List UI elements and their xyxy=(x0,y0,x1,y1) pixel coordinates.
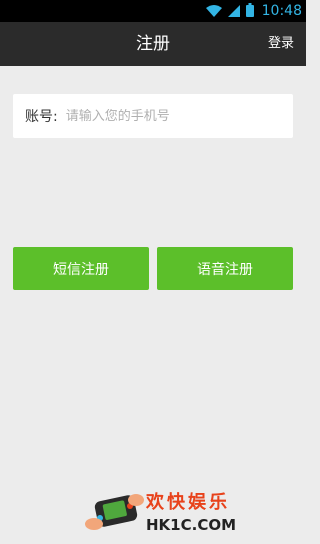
account-label: 账号: xyxy=(25,109,58,125)
sms-register-button[interactable]: 短信注册 xyxy=(13,247,149,290)
status-time: 10:48 xyxy=(261,3,302,19)
status-icons xyxy=(205,2,254,21)
signal-icon xyxy=(227,2,240,21)
page-title: 注册 xyxy=(136,34,170,54)
account-input[interactable] xyxy=(65,108,266,124)
voice-register-button[interactable]: 语音注册 xyxy=(157,247,293,290)
status-bar: 10:48 xyxy=(0,0,306,22)
battery-icon xyxy=(245,2,254,21)
login-link[interactable]: 登录 xyxy=(268,22,294,66)
watermark-text-en: HK1C.COM xyxy=(146,516,237,534)
wifi-icon xyxy=(205,2,222,21)
account-field-row: 账号: xyxy=(13,94,293,138)
watermark-text-cn: 欢快娱乐 xyxy=(146,492,230,513)
app-bar: 注册 登录 xyxy=(0,22,306,66)
watermark-logo: 欢快娱乐 HK1C.COM xyxy=(84,486,254,542)
